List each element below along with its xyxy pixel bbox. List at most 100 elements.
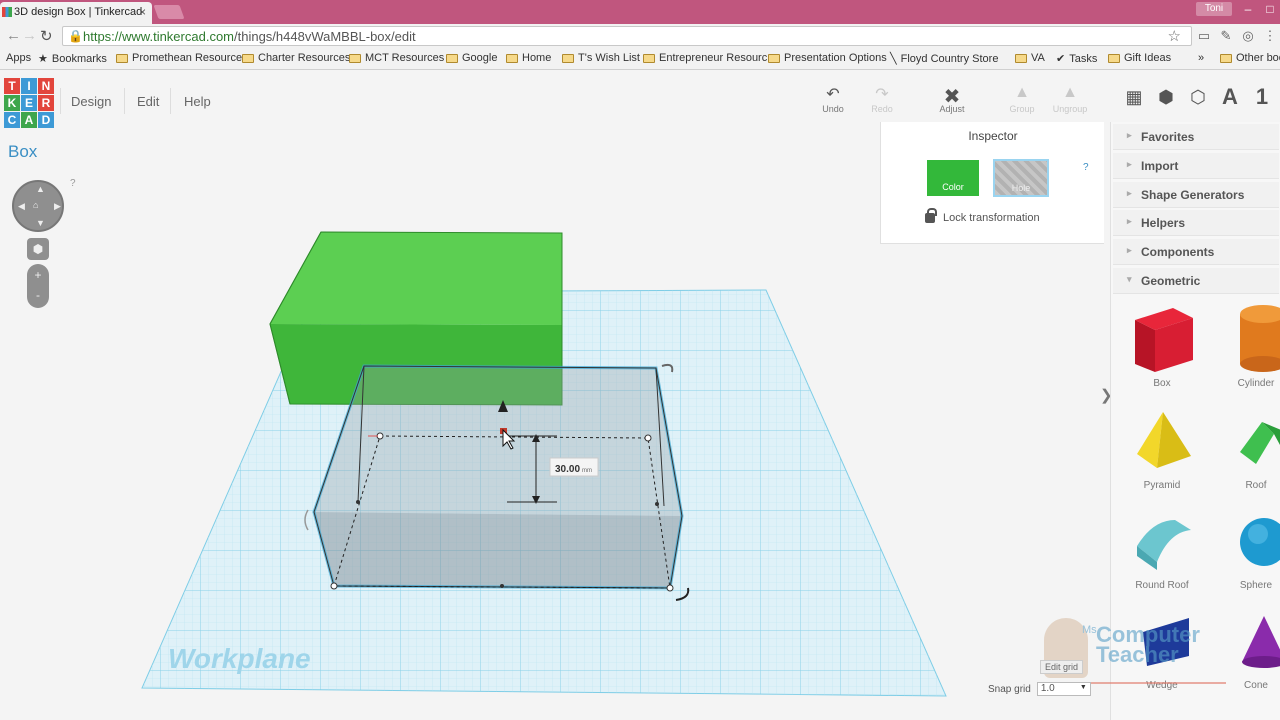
wire-view-icon[interactable]: ⬡ xyxy=(1186,87,1210,108)
browser-tab[interactable]: 3D design Box | Tinkercad × xyxy=(0,2,152,24)
extension-icon[interactable]: ✎ xyxy=(1218,28,1234,44)
shape-round-roof[interactable]: Round Roof xyxy=(1117,512,1207,591)
category-helpers[interactable]: ▸ Helpers xyxy=(1113,210,1279,236)
shape-box[interactable]: Box xyxy=(1117,302,1207,389)
bookmarks-overflow[interactable]: » xyxy=(1198,52,1204,64)
menu-edit[interactable]: Edit xyxy=(137,94,159,109)
orbit-right-icon[interactable]: ▶ xyxy=(54,201,61,212)
profile-user-button[interactable]: Toni xyxy=(1196,2,1232,16)
chrome-menu-icon[interactable]: ⋮ xyxy=(1262,28,1278,44)
bookmark-floyd[interactable]: ╲ Floyd Country Store xyxy=(890,52,998,66)
tinkercad-favicon-icon xyxy=(2,7,12,17)
category-components[interactable]: ▸ Components xyxy=(1113,239,1279,265)
color-swatch-button[interactable]: Color xyxy=(927,160,979,196)
extension-circle-icon[interactable]: ◎ xyxy=(1240,28,1256,44)
logo-letter: I xyxy=(21,78,37,94)
undo-button[interactable]: ↶ Undo xyxy=(813,84,853,114)
forward-arrow-icon[interactable]: → xyxy=(22,27,37,44)
bookmark-va[interactable]: VA xyxy=(1015,52,1045,64)
hole-swatch-button[interactable]: Hole xyxy=(993,159,1049,197)
bookmark-other[interactable]: Other boo xyxy=(1220,52,1280,64)
menu-design[interactable]: Design xyxy=(71,94,111,109)
shape-sphere[interactable]: Sphere xyxy=(1211,512,1280,591)
new-tab-button[interactable] xyxy=(153,5,185,19)
logo-letter: R xyxy=(38,95,54,111)
bookmark-home[interactable]: Home xyxy=(506,52,551,64)
number-1-icon[interactable]: 1 xyxy=(1250,84,1274,110)
category-shape-generators[interactable]: ▸ Shape Generators xyxy=(1113,182,1279,208)
star-icon: ★ xyxy=(38,53,48,65)
tab-close-icon[interactable]: × xyxy=(139,5,146,19)
orbit-down-icon[interactable]: ▼ xyxy=(36,218,45,228)
round-roof-shape-icon xyxy=(1137,520,1191,570)
text-a-icon[interactable]: A xyxy=(1218,84,1242,110)
address-bar-input[interactable]: 🔒 https://www.tinkercad.com/things/h448v… xyxy=(62,26,1192,46)
bookmark-charter[interactable]: Charter Resources xyxy=(242,52,350,64)
shape-roof[interactable]: Roof xyxy=(1211,410,1280,491)
zoom-out-icon[interactable]: - xyxy=(27,286,49,308)
bookmark-gift-ideas[interactable]: Gift Ideas xyxy=(1108,52,1171,64)
category-import[interactable]: ▸ Import xyxy=(1113,153,1279,179)
bookmark-apps[interactable]: Apps xyxy=(6,52,31,64)
inspector-help-icon[interactable]: ? xyxy=(1083,162,1089,173)
lock-transformation-toggle[interactable]: Lock transformation xyxy=(925,208,1040,224)
logo-letter: E xyxy=(21,95,37,111)
category-geometric[interactable]: ▾ Geometric xyxy=(1113,268,1279,294)
zoom-in-icon[interactable]: + xyxy=(27,264,49,286)
folder-icon xyxy=(1220,53,1232,63)
bookmarks-bar: Apps ★ Bookmarks Promethean Resource Char… xyxy=(0,48,1280,70)
lock-icon xyxy=(925,208,937,223)
bookmark-mct[interactable]: MCT Resources xyxy=(349,52,444,64)
snap-grid-control: Snap grid 1.0 xyxy=(988,682,1091,696)
reload-icon[interactable]: ↻ xyxy=(40,27,53,45)
channel-watermark: Ms Computer Teacher xyxy=(1040,618,1230,688)
zoom-control: + - xyxy=(27,264,49,308)
edit-grid-button[interactable]: Edit grid xyxy=(1040,660,1084,674)
ungroup-button[interactable]: ▲ Ungroup xyxy=(1050,84,1090,114)
nav-help-icon[interactable]: ? xyxy=(70,178,76,189)
folder-icon xyxy=(242,53,254,63)
redo-button[interactable]: ↷ Redo xyxy=(862,84,902,114)
box-shape-icon xyxy=(1135,308,1193,372)
box-view-icon[interactable]: ⬢ xyxy=(1154,87,1178,108)
chevron-right-icon: ▸ xyxy=(1127,130,1132,140)
cast-icon[interactable]: ▭ xyxy=(1196,28,1212,44)
grid-view-icon[interactable]: ▦ xyxy=(1122,87,1146,108)
logo-letter: D xyxy=(38,112,54,128)
bookmark-bookmarks[interactable]: ★ Bookmarks xyxy=(38,52,107,66)
design-title[interactable]: Box xyxy=(8,142,37,162)
back-arrow-icon[interactable]: ← xyxy=(6,27,21,44)
folder-icon xyxy=(768,53,780,63)
minimize-button[interactable]: – xyxy=(1240,2,1256,16)
menu-help[interactable]: Help xyxy=(184,94,211,109)
adjust-icon: ✖ xyxy=(943,86,961,108)
inspector-title: Inspector xyxy=(968,129,1018,143)
bookmark-presentation[interactable]: Presentation Options xyxy=(768,52,887,64)
bookmark-star-icon[interactable]: ☆ xyxy=(1168,27,1181,45)
bookmark-wish-list[interactable]: T's Wish List xyxy=(562,52,640,64)
maximize-button[interactable]: □ xyxy=(1262,2,1278,16)
category-favorites[interactable]: ▸ Favorites xyxy=(1113,124,1279,150)
bookmark-promethean[interactable]: Promethean Resource xyxy=(116,52,242,64)
bookmark-tasks[interactable]: ✔ Tasks xyxy=(1056,52,1097,66)
shape-cylinder[interactable]: Cylinder xyxy=(1211,302,1280,389)
hole-box-shape[interactable] xyxy=(312,364,684,590)
orbit-control[interactable]: ▲ ▼ ◀ ▶ ⌂ xyxy=(12,180,64,232)
bookmark-entrepreneur[interactable]: Entrepreneur Resourc xyxy=(643,52,767,64)
fit-view-button[interactable]: ⬢ xyxy=(27,238,49,260)
orbit-up-icon[interactable]: ▲ xyxy=(36,184,45,194)
group-button[interactable]: ▲ Group xyxy=(1002,84,1042,114)
bookmark-google[interactable]: Google xyxy=(446,52,497,64)
url-path: /things/h448vWaMBBL-box/edit xyxy=(234,29,416,44)
view-mode-icons: ▦ ⬢ ⬡ A 1 xyxy=(1122,84,1274,110)
adjust-button[interactable]: ✖ Adjust xyxy=(932,84,972,114)
tinkercad-logo[interactable]: T I N K E R C A D xyxy=(4,78,54,128)
roof-shape-icon xyxy=(1240,422,1280,464)
logo-letter: T xyxy=(4,78,20,94)
snap-grid-select[interactable]: 1.0 xyxy=(1036,682,1091,696)
folder-icon xyxy=(1015,53,1027,63)
home-view-icon[interactable]: ⌂ xyxy=(33,200,38,210)
shape-pyramid[interactable]: Pyramid xyxy=(1117,410,1207,491)
orbit-left-icon[interactable]: ◀ xyxy=(18,201,25,212)
dimension-unit: mm xyxy=(582,468,592,474)
